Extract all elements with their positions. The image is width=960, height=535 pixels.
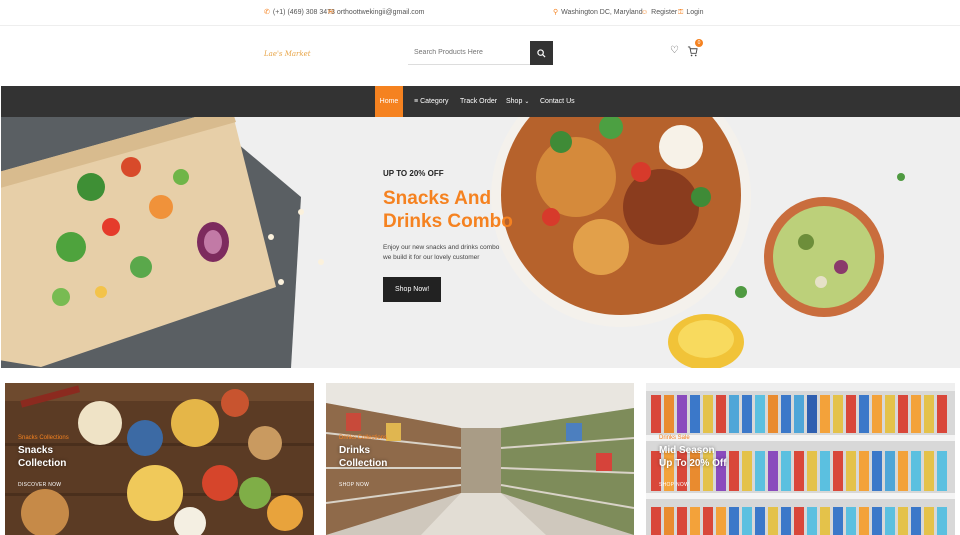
hero-title-line1: Snacks And <box>383 188 492 209</box>
nav-shop-label: Shop <box>506 98 523 105</box>
nav-category[interactable]: ≡ Category <box>414 86 449 117</box>
mid-season-card-text: Drinks Sale Mid Season Up To 20% Off SHO… <box>659 435 727 488</box>
login-link[interactable]: ⚿ Login <box>678 9 703 16</box>
hero-title-line2: Drinks Combo <box>383 211 513 232</box>
snacks-collection-card[interactable]: Snacks Collections Snacks Collection DIS… <box>5 383 314 535</box>
snacks-card-kicker: Snacks Collections <box>18 435 69 441</box>
mid-season-sale-card[interactable]: Drinks Sale Mid Season Up To 20% Off SHO… <box>646 383 955 535</box>
hero-content: UP TO 20% OFF Snacks And Drinks Combo En… <box>383 169 543 302</box>
search-bar <box>408 41 553 65</box>
snacks-card-title: Snacks Collection <box>18 444 69 470</box>
hero-desc-line2: we build it for our lovely customer <box>383 254 480 261</box>
wishlist-button[interactable]: ♡ <box>670 45 679 56</box>
nav-home[interactable]: Home <box>375 86 403 117</box>
user-icon: ☺ <box>641 9 649 16</box>
lock-icon: ⚿ <box>678 9 684 16</box>
hero-description: Enjoy our new snacks and drinks combo we… <box>383 243 518 263</box>
mid-season-shop-link[interactable]: SHOP NOW <box>659 482 727 488</box>
drinks-card-text: Drinks Collections Drinks Collection SHO… <box>339 435 387 488</box>
snacks-title-line2: Collection <box>18 458 67 469</box>
phone-icon: ✆ <box>264 9 270 16</box>
email-text: orthoottwekingii@gmail.com <box>336 9 425 16</box>
nav-category-label: Category <box>420 98 449 105</box>
search-icon <box>537 48 546 58</box>
main-nav: Home ≡ Category Track Order Shop ⌄ Conta… <box>1 86 960 117</box>
location-text: Washington DC, Maryland <box>561 9 643 16</box>
hero-title: Snacks And Drinks Combo <box>383 187 543 233</box>
drinks-title-line1: Drinks <box>339 445 371 456</box>
hero-kicker: UP TO 20% OFF <box>383 169 444 178</box>
mid-season-card-kicker: Drinks Sale <box>659 435 690 441</box>
location-icon: ⚲ <box>553 9 559 16</box>
email-contact[interactable]: ✉ orthoottwekingii@gmail.com <box>328 9 425 16</box>
hero-desc-line1: Enjoy our new snacks and drinks combo <box>383 244 500 251</box>
drinks-collection-card[interactable]: Drinks Collections Drinks Collection SHO… <box>326 383 634 535</box>
nav-contact-us[interactable]: Contact Us <box>540 86 575 117</box>
login-label: Login <box>686 9 704 16</box>
shop-now-button[interactable]: Shop Now! <box>383 277 442 302</box>
nav-track-order-label: Track Order <box>460 98 498 105</box>
snacks-card-text: Snacks Collections Snacks Collection DIS… <box>18 435 69 488</box>
search-button[interactable] <box>530 41 553 65</box>
nav-home-label: Home <box>379 98 399 105</box>
drinks-card-kicker: Drinks Collections <box>339 435 388 441</box>
cart-button[interactable]: 0 <box>687 39 703 57</box>
drinks-shop-link[interactable]: SHOP NOW <box>339 482 387 488</box>
store-location[interactable]: ⚲ Washington DC, Maryland <box>553 9 643 16</box>
mid-season-title-line1: Mid Season <box>659 445 715 456</box>
cart-count-badge: 0 <box>695 39 703 47</box>
mid-season-card-title: Mid Season Up To 20% Off <box>659 444 727 470</box>
heart-icon: ♡ <box>670 45 679 56</box>
nav-contact-us-label: Contact Us <box>540 98 575 105</box>
phone-text: (+1) (469) 308 3473 <box>272 9 335 16</box>
search-input[interactable] <box>408 41 530 65</box>
mid-season-title-line2: Up To 20% Off <box>659 458 727 469</box>
cart-icon <box>687 46 698 57</box>
drinks-title-line2: Collection <box>339 458 388 469</box>
register-label: Register <box>651 9 678 16</box>
snacks-discover-link[interactable]: DISCOVER NOW <box>18 482 69 488</box>
drinks-card-title: Drinks Collection <box>339 444 387 470</box>
snacks-title-line1: Snacks <box>18 445 54 456</box>
site-logo[interactable]: Lae's Market <box>264 50 311 58</box>
nav-shop[interactable]: Shop ⌄ <box>506 86 529 117</box>
hero-banner: UP TO 20% OFF Snacks And Drinks Combo En… <box>1 117 960 368</box>
chevron-down-icon: ⌄ <box>524 99 530 105</box>
mail-icon: ✉ <box>328 9 334 16</box>
grid-icon: ≡ <box>414 98 419 105</box>
phone-contact[interactable]: ✆ (+1) (469) 308 3473 <box>264 9 335 16</box>
nav-track-order[interactable]: Track Order <box>460 86 497 117</box>
site-header: Lae's Market ♡ 0 <box>0 26 960 86</box>
top-bar: ✆ (+1) (469) 308 3473 ✉ orthoottwekingii… <box>0 0 960 26</box>
register-link[interactable]: ☺ Register <box>641 9 677 16</box>
